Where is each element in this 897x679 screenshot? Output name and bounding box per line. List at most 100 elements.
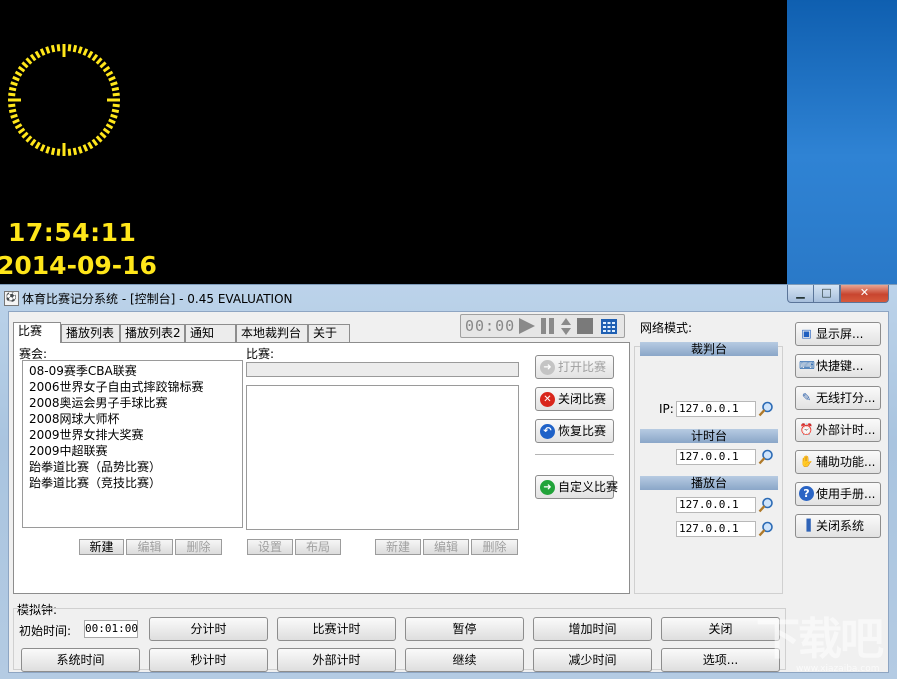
list-item[interactable]: 2009世界女排大奖赛 (23, 427, 242, 443)
match-new-button[interactable]: 新建 (375, 539, 421, 555)
second-timer-button[interactable]: 秒计时 (149, 648, 268, 672)
close-button[interactable]: ✕ (840, 285, 889, 303)
list-item[interactable]: 2009中超联赛 (23, 443, 242, 459)
wireless-scoring-label: 无线打分... (816, 391, 876, 405)
add-time-button[interactable]: 增加时间 (533, 617, 652, 641)
list-item[interactable]: 2008奥运会男子手球比赛 (23, 395, 242, 411)
search-icon[interactable] (758, 449, 774, 465)
close-match-button[interactable]: ✕ 关闭比赛 (535, 387, 614, 411)
clock-tick (108, 75, 116, 82)
clock-tick (8, 108, 17, 114)
grid-view-icon[interactable] (601, 319, 617, 334)
title-bar[interactable]: ⚽ 体育比赛记分系统 - [控制台] - 0.45 EVALUATION ▁ □… (0, 285, 897, 311)
alarm-clock-icon: ⏰ (799, 423, 814, 436)
maximize-icon: □ (821, 286, 832, 299)
reduce-time-button[interactable]: 减少时间 (533, 648, 652, 672)
clock-tick (21, 61, 29, 69)
minimize-button[interactable]: ▁ (787, 285, 814, 303)
tab-local-referee[interactable]: 本地裁判台 (236, 324, 308, 342)
display-time: 17:54:11 (8, 218, 137, 247)
play-ip-field-2[interactable]: 127.0.0.1 (676, 521, 756, 537)
list-item[interactable]: 跆拳道比赛（品势比赛） (23, 459, 242, 475)
clock-tick (72, 44, 78, 53)
clock-tick (14, 70, 23, 77)
search-icon[interactable] (758, 521, 774, 537)
custom-match-button[interactable]: ➜ 自定义比赛 (535, 475, 618, 499)
pause-icon[interactable] (540, 318, 556, 334)
display-screen-button[interactable]: ▣ 显示屏... (795, 322, 881, 346)
match-edit-button[interactable]: 编辑 (423, 539, 469, 555)
timer-ip-field[interactable]: 127.0.0.1 (676, 449, 756, 465)
help-icon: ? (799, 486, 814, 501)
clock-tick (111, 86, 120, 92)
clock-tick (12, 118, 20, 125)
tab-about[interactable]: 关于 (308, 324, 350, 342)
clock-tick (8, 92, 16, 97)
desktop-background (787, 0, 897, 284)
clock-tick (102, 127, 111, 135)
open-match-button[interactable]: ➜ 打开比赛 (535, 355, 614, 379)
continue-button[interactable]: 继续 (405, 648, 524, 672)
list-item[interactable]: 2006世界女子自由式摔跤锦标赛 (23, 379, 242, 395)
match-list[interactable] (246, 385, 519, 530)
clock-tick (72, 147, 78, 156)
clock-tick (29, 53, 37, 62)
play-icon[interactable] (518, 318, 536, 334)
exit-system-button[interactable]: ▐ 关闭系统 (795, 514, 881, 538)
restore-match-button[interactable]: ↶ 恢复比赛 (535, 419, 614, 443)
window-title: 体育比赛记分系统 - [控制台] - 0.45 EVALUATION (22, 292, 293, 306)
match-filter-field[interactable] (246, 362, 519, 377)
match-layout-button[interactable]: 布局 (295, 539, 341, 555)
tab-playlist[interactable]: 播放列表 (61, 324, 120, 342)
match-settings-button[interactable]: 设置 (247, 539, 293, 555)
search-icon[interactable] (758, 401, 774, 417)
wireless-scoring-button[interactable]: ✎ 无线打分... (795, 386, 881, 410)
match-delete-button[interactable]: 删除 (471, 539, 518, 555)
minute-timer-button[interactable]: 分计时 (149, 617, 268, 641)
manual-label: 使用手册... (816, 487, 876, 501)
league-delete-button[interactable]: 删除 (175, 539, 222, 555)
pause-button[interactable]: 暂停 (405, 617, 524, 641)
clock-tick (14, 123, 23, 130)
clock-tick (50, 44, 56, 53)
network-mode-label: 网络模式: (640, 321, 693, 335)
shortcut-button[interactable]: ⌨ 快捷键... (795, 354, 881, 378)
arrow-right-icon: ➜ (540, 360, 555, 375)
tab-match[interactable]: 比赛 (13, 322, 61, 343)
search-icon[interactable] (758, 497, 774, 513)
list-item[interactable]: 2008网球大师杯 (23, 411, 242, 427)
clock-tick (45, 46, 51, 54)
league-new-button[interactable]: 新建 (79, 539, 124, 555)
clock-tick (105, 70, 114, 77)
clock-tick (25, 135, 33, 143)
external-timing-button[interactable]: 外部计时 (277, 648, 396, 672)
league-edit-button[interactable]: 编辑 (126, 539, 173, 555)
clock-tick (77, 146, 83, 154)
maximize-button[interactable]: □ (813, 285, 840, 303)
clock-tick (105, 123, 114, 130)
up-down-icon[interactable] (561, 318, 571, 335)
external-timer-button[interactable]: ⏰ 外部计时... (795, 418, 881, 442)
referee-ip-field[interactable]: 127.0.0.1 (676, 401, 756, 417)
list-item[interactable]: 跆拳道比赛（竞技比赛） (23, 475, 242, 491)
clock-tick (17, 65, 26, 73)
stop-icon[interactable] (577, 318, 593, 334)
tab-notice[interactable]: 通知 (185, 324, 236, 342)
init-time-field[interactable]: 00:01:00 (84, 620, 138, 638)
list-item[interactable]: 08-09赛季CBA联赛 (23, 363, 242, 379)
aux-function-button[interactable]: ✋ 辅助功能... (795, 450, 881, 474)
tab-playlist2[interactable]: 播放列表2 (120, 324, 185, 342)
custom-match-label: 自定义比赛 (558, 480, 619, 494)
watermark-url: www.xiazaiba.com (796, 664, 880, 674)
match-timer-button[interactable]: 比赛计时 (277, 617, 396, 641)
clock-tick (10, 81, 18, 87)
system-time-button[interactable]: 系统时间 (21, 648, 140, 672)
play-ip-field-1[interactable]: 127.0.0.1 (676, 497, 756, 513)
display-date: 2014-09-16 (0, 251, 157, 280)
league-list[interactable]: 08-09赛季CBA联赛 2006世界女子自由式摔跤锦标赛 2008奥运会男子手… (22, 360, 243, 528)
clock-tick (110, 113, 118, 119)
manual-button[interactable]: ? 使用手册... (795, 482, 881, 506)
match-label: 比赛: (246, 347, 275, 361)
clock-tick (67, 148, 72, 156)
clock-tick (67, 44, 72, 52)
